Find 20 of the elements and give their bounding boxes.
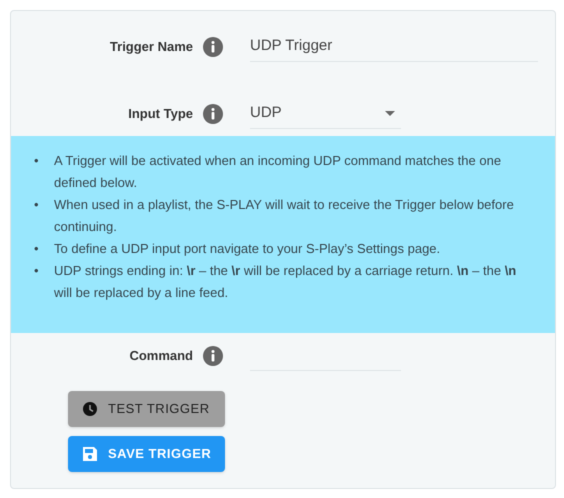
bullet-mark: • (34, 240, 40, 258)
bullet-mark: • (34, 262, 40, 280)
field-label: Trigger Name (108, 38, 193, 56)
clock-icon (82, 401, 98, 417)
bullet-mark: • (34, 196, 40, 214)
info-bullet: To define a UDP input port navigate to your S-Play’s Settings page. (54, 240, 440, 258)
info-icon[interactable] (203, 37, 223, 57)
dropdown-caret-icon (385, 111, 395, 116)
save-icon (82, 446, 98, 462)
bullet-mark: • (34, 152, 40, 170)
info-icon[interactable] (203, 346, 223, 366)
info-bullet: When used in a playlist, the S-PLAY will wait to receive the Trigger below before continuing. (54, 196, 515, 236)
info-bullet: A Trigger will be activated when an incoming UDP command matches the one defined below. (54, 152, 502, 192)
test-trigger-button[interactable]: TEST TRIGGER (68, 391, 225, 427)
text-field[interactable]: UDP Trigger (250, 32, 538, 62)
info-icon[interactable] (203, 104, 223, 124)
info-bullet: UDP strings ending in: \r – the \r will be replaced by a carriage return. \n – the \n will be replaced by a line feed. (54, 262, 518, 302)
field-label: Input Type (127, 105, 193, 124)
select-field[interactable]: UDP (250, 99, 401, 129)
field-label: Command (128, 347, 193, 366)
